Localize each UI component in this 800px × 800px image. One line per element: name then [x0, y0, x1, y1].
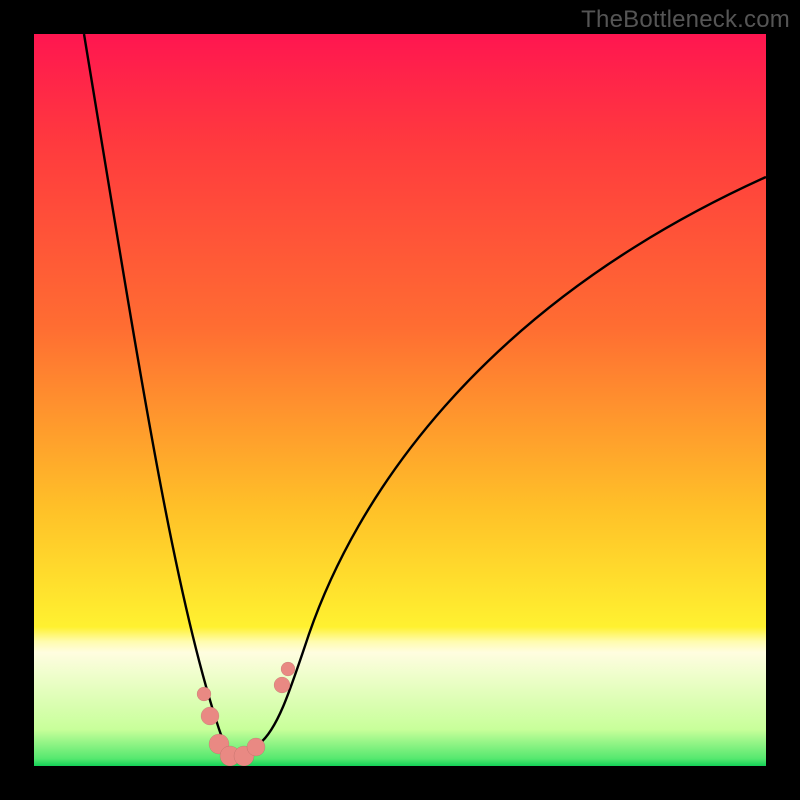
- curve-marker: [197, 687, 211, 701]
- frame: TheBottleneck.com: [0, 0, 800, 800]
- curve-marker: [201, 707, 219, 725]
- curve-marker: [247, 738, 265, 756]
- curve-marker: [281, 662, 295, 676]
- chart-svg: [34, 34, 766, 766]
- bottleneck-curve: [84, 34, 766, 753]
- watermark-text: TheBottleneck.com: [581, 6, 790, 34]
- curve-marker: [274, 677, 290, 693]
